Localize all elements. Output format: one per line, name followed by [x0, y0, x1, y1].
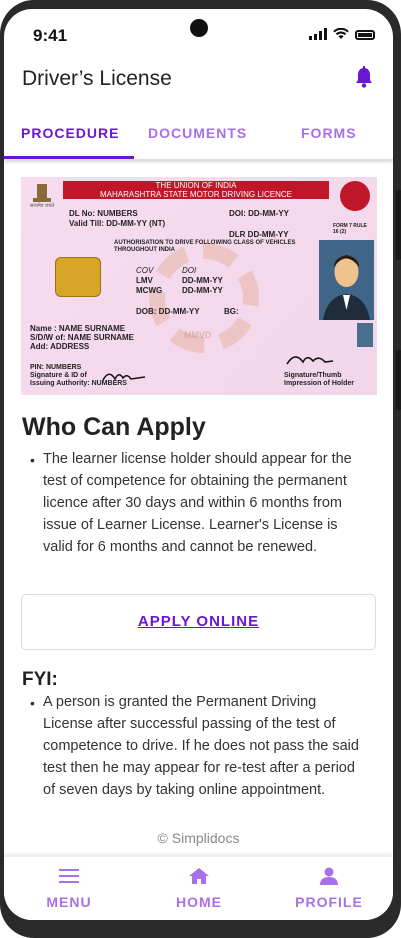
cov-2: MCWG: [136, 286, 163, 295]
wifi-icon: [333, 28, 349, 39]
page-title: Driver’s License: [22, 67, 172, 90]
fyi-text: A person is granted the Permanent Drivin…: [43, 694, 359, 798]
battery-icon: [355, 30, 375, 40]
signal-icon: [309, 28, 327, 40]
signature-label: Signature & ID of: [30, 372, 87, 379]
main-content: MMVD सत्यमेव जयते THE UNION OF INDIA MAH…: [21, 177, 377, 798]
app-header: Driver’s License: [4, 57, 393, 107]
tab-bar: PROCEDURE DOCUMENTS FORMS: [4, 107, 393, 160]
holder-signature: [286, 356, 334, 365]
doi-2: DD-MM-YY: [182, 286, 223, 295]
dob: DOB: DD-MM-YY: [136, 307, 200, 316]
nav-menu-label: MENU: [46, 894, 92, 910]
person-icon: [319, 240, 374, 320]
dlr: DLR DD-MM-YY: [229, 230, 289, 239]
nav-menu[interactable]: MENU: [9, 867, 129, 910]
section-title-who-can-apply: Who Can Apply: [22, 413, 206, 441]
nav-home[interactable]: HOME: [139, 867, 259, 910]
license-watermark: MMVD: [184, 330, 212, 340]
holder-address: Add: ADDRESS: [30, 342, 90, 351]
license-header-line1: THE UNION OF INDIA: [155, 181, 237, 190]
state-seal-icon: [340, 181, 370, 211]
apply-online-button[interactable]: APPLY ONLINE: [21, 594, 376, 650]
profile-icon: [320, 867, 338, 885]
copyright-text: © Simplidocs: [157, 830, 240, 846]
device-frame: 9:41 Driver’s License PROCEDURE DOCUMENT…: [0, 0, 401, 938]
holder-name: Name : NAME SURNAME: [30, 324, 126, 333]
authorisation-text: AUTHORISATION TO DRIVE FOLLOWING CLASS O…: [114, 240, 296, 253]
bottom-nav: MENU HOME PROFILE: [4, 856, 393, 920]
status-icons: [309, 28, 375, 40]
holder-photo-small: [357, 323, 373, 347]
side-button: [396, 350, 401, 410]
emblem-icon: सत्यमेव जयते: [30, 184, 54, 208]
menu-icon: [59, 869, 79, 883]
holder-photo: [319, 240, 374, 320]
license-header: THE UNION OF INDIA MAHARASHTRA STATE MOT…: [63, 181, 329, 199]
tab-forms[interactable]: FORMS: [301, 125, 357, 141]
active-tab-indicator: [4, 156, 134, 159]
doi-header: DOI: [182, 266, 197, 275]
chip-icon: [55, 257, 101, 297]
holder-impression-label: Impression of Holder: [284, 380, 355, 387]
thumb-label: Signature/Thumb: [284, 372, 342, 379]
status-time: 9:41: [33, 26, 68, 45]
who-can-apply-text: The learner license holder should appear…: [43, 451, 352, 555]
apply-online-label[interactable]: APPLY ONLINE: [22, 613, 375, 630]
cov-1: LMV: [136, 276, 153, 285]
dl-number: DL No: NUMBERS: [69, 209, 138, 218]
cov-header: COV: [136, 266, 154, 275]
tab-procedure[interactable]: PROCEDURE: [21, 125, 119, 141]
pin: PIN: NUMBERS: [30, 364, 82, 371]
blood-group: BG:: [224, 307, 239, 316]
side-button: [396, 190, 401, 260]
nav-profile-label: PROFILE: [295, 894, 363, 910]
authority-signature: [102, 373, 146, 381]
doi: DOI: DD-MM-YY: [229, 209, 289, 218]
screen: 9:41 Driver’s License PROCEDURE DOCUMENT…: [4, 9, 393, 920]
license-header-line2: MAHARASHTRA STATE MOTOR DRIVING LICENCE: [99, 190, 293, 199]
form-number: FORM 7 RULE 16 (2): [333, 223, 367, 235]
bell-icon[interactable]: [354, 66, 374, 88]
status-bar: 9:41: [4, 9, 393, 57]
nav-home-label: HOME: [176, 894, 222, 910]
bullet-dot: •: [30, 695, 35, 711]
bullet-dot: •: [30, 452, 35, 468]
license-card-image: MMVD सत्यमेव जयते THE UNION OF INDIA MAH…: [21, 177, 377, 395]
holder-relation: S/D/W of: NAME SURNAME: [30, 333, 134, 342]
camera-notch: [190, 19, 208, 37]
home-icon: [189, 868, 209, 884]
doi-1: DD-MM-YY: [182, 276, 223, 285]
svg-text:सत्यमेव जयते: सत्यमेव जयते: [30, 202, 54, 208]
nav-profile[interactable]: PROFILE: [269, 867, 389, 910]
section-title-fyi: FYI:: [22, 669, 58, 690]
tab-documents[interactable]: DOCUMENTS: [148, 125, 247, 141]
valid-till: Valid Till: DD-MM-YY (NT): [69, 219, 166, 228]
